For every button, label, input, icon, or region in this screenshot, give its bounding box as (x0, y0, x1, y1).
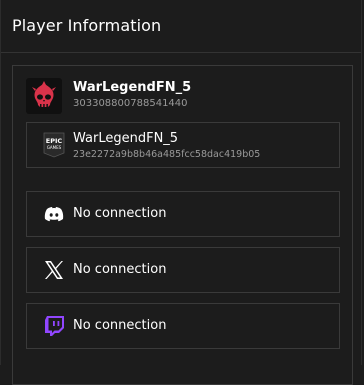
panel-header: Player Information (1, 0, 361, 53)
epic-username: WarLegendFN_5 (73, 131, 179, 146)
twitch-icon (45, 316, 64, 336)
player-info-panel: Player Information WarLegendFN_5 3033088… (0, 0, 362, 385)
discord-connection[interactable]: No connection (26, 191, 340, 237)
player-id: 303308800788541440 (73, 98, 188, 109)
x-icon (45, 261, 63, 279)
x-status: No connection (73, 262, 167, 277)
player-name: WarLegendFN_5 (73, 80, 192, 95)
player-card-container: WarLegendFN_5 303308800788541440 EPIC GA… (12, 65, 353, 385)
page-title: Player Information (12, 16, 162, 35)
svg-text:EPIC: EPIC (46, 137, 63, 145)
flaming-skull-icon (32, 81, 56, 107)
epic-games-icon: EPIC GAMES (43, 132, 65, 158)
x-connection[interactable]: No connection (26, 247, 340, 293)
avatar (26, 78, 62, 114)
discord-status: No connection (73, 206, 167, 221)
svg-text:GAMES: GAMES (47, 145, 62, 150)
epic-account-id: 23e2272a9b8b46a485fcc58dac419b05 (73, 149, 261, 160)
twitch-connection[interactable]: No connection (26, 303, 340, 349)
epic-games-connection[interactable]: EPIC GAMES WarLegendFN_5 23e2272a9b8b46a… (26, 122, 340, 168)
twitch-status: No connection (73, 318, 167, 333)
discord-icon (44, 207, 64, 222)
player-summary: WarLegendFN_5 303308800788541440 (26, 76, 336, 116)
